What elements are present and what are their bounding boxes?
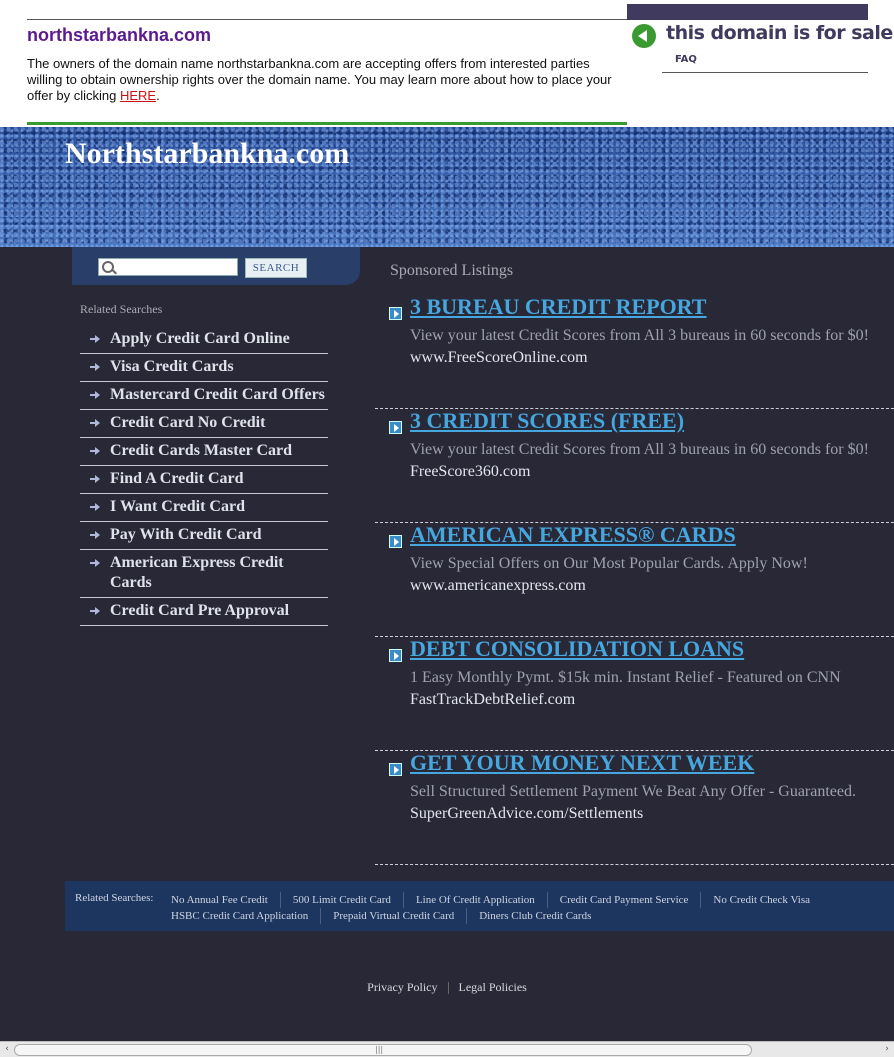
arrow-bullet-icon — [90, 559, 100, 567]
listing-url[interactable]: FreeScore360.com — [410, 463, 530, 481]
listing-title[interactable]: DEBT CONSOLIDATION LOANS — [410, 636, 744, 662]
banner-message: The owners of the domain name northstarb… — [27, 56, 625, 104]
listing-description: Sell Structured Settlement Payment We Be… — [410, 783, 856, 800]
related-link-label: Credit Card No Credit — [110, 414, 266, 431]
related-link[interactable]: Mastercard Credit Card Offers — [80, 382, 328, 410]
divider — [27, 122, 627, 125]
scroll-right-icon[interactable]: › — [882, 1044, 892, 1054]
related-link[interactable]: Find A Credit Card — [80, 466, 328, 494]
arrow-bullet-icon — [90, 419, 100, 427]
decor-bar — [627, 4, 868, 20]
arrow-bullet-icon — [90, 531, 100, 539]
footer-related-link[interactable]: 500 Limit Credit Card — [293, 892, 404, 908]
banner-message-end: . — [156, 88, 160, 103]
privacy-policy-link[interactable]: Privacy Policy — [367, 980, 437, 994]
faq-link[interactable]: FAQ — [675, 54, 697, 65]
sponsored-heading: Sponsored Listings — [390, 262, 514, 279]
play-arrow-icon[interactable] — [389, 535, 402, 548]
grip-icon: ||| — [375, 1045, 384, 1054]
arrow-bullet-icon — [90, 391, 100, 399]
related-link-label: Credit Cards Master Card — [110, 442, 293, 459]
banner-domain-name: northstarbankna.com — [27, 25, 212, 45]
footer-related-heading: Related Searches: — [75, 892, 154, 904]
listing-url[interactable]: www.FreeScoreOnline.com — [410, 349, 588, 367]
related-link-label: I Want Credit Card — [110, 498, 245, 515]
footer-related-link[interactable]: Prepaid Virtual Credit Card — [333, 908, 468, 924]
site-title: Northstarbankna.com — [65, 137, 350, 170]
arrow-bullet-icon — [90, 335, 100, 343]
arrow-bullet-icon — [90, 503, 100, 511]
search-input[interactable] — [98, 258, 238, 276]
related-link-label: Visa Credit Cards — [110, 358, 234, 375]
related-link-label: American Express Credit Cards — [110, 554, 284, 591]
listing-title[interactable]: GET YOUR MONEY NEXT WEEK — [410, 750, 754, 776]
listing-description: 1 Easy Monthly Pymt. $15k min. Instant R… — [410, 669, 841, 686]
related-searches-list: Apply Credit Card Online Visa Credit Car… — [80, 326, 328, 626]
footer-related-link[interactable]: Credit Card Payment Service — [560, 892, 702, 908]
arrow-bullet-icon — [90, 607, 100, 615]
listing-description: View your latest Credit Scores from All … — [410, 327, 869, 344]
related-link[interactable]: American Express Credit Cards — [80, 550, 328, 598]
related-link-label: Pay With Credit Card — [110, 526, 262, 543]
arrow-bullet-icon — [90, 447, 100, 455]
footer-related-links: No Annual Fee Credit 500 Limit Credit Car… — [171, 892, 881, 924]
divider — [662, 72, 868, 73]
listing-description: View your latest Credit Scores from All … — [410, 441, 869, 458]
listing-title[interactable]: 3 BUREAU CREDIT REPORT — [410, 294, 706, 320]
search-panel: SEARCH — [72, 247, 360, 285]
related-link-label: Find A Credit Card — [110, 470, 244, 487]
footer-related-link[interactable]: No Credit Check Visa — [713, 892, 822, 908]
banner-message-text: The owners of the domain name northstarb… — [27, 56, 612, 103]
related-link[interactable]: Visa Credit Cards — [80, 354, 328, 382]
back-arrow-icon[interactable] — [632, 24, 656, 48]
related-link[interactable]: I Want Credit Card — [80, 494, 328, 522]
listing-title[interactable]: AMERICAN EXPRESS® CARDS — [410, 522, 736, 548]
sponsored-listing: AMERICAN EXPRESS® CARDS View Special Off… — [375, 522, 894, 637]
related-searches-heading: Related Searches — [80, 302, 163, 316]
sponsored-listing: 3 BUREAU CREDIT REPORT View your latest … — [375, 294, 894, 409]
footer-related-link[interactable]: HSBC Credit Card Application — [171, 908, 322, 924]
scroll-left-icon[interactable]: ‹ — [2, 1044, 12, 1054]
related-link[interactable]: Credit Card No Credit — [80, 410, 328, 438]
domain-sale-banner: northstarbankna.com The owners of the do… — [0, 0, 894, 127]
sponsored-listing: DEBT CONSOLIDATION LOANS 1 Easy Monthly … — [375, 636, 894, 751]
footer-links: Privacy Policy Legal Policies — [0, 980, 894, 995]
related-link[interactable]: Pay With Credit Card — [80, 522, 328, 550]
listing-url[interactable]: FastTrackDebtRelief.com — [410, 691, 575, 709]
related-link-label: Mastercard Credit Card Offers — [110, 386, 325, 403]
arrow-bullet-icon — [90, 475, 100, 483]
search-icon — [102, 261, 114, 273]
footer-related-link[interactable]: Line Of Credit Application — [416, 892, 548, 908]
divider — [447, 982, 449, 995]
play-arrow-icon[interactable] — [389, 307, 402, 320]
listing-description: View Special Offers on Our Most Popular … — [410, 555, 808, 572]
arrow-bullet-icon — [90, 363, 100, 371]
footer-related-link[interactable]: Diners Club Credit Cards — [479, 908, 603, 924]
sponsored-listing: GET YOUR MONEY NEXT WEEK Sell Structured… — [375, 750, 894, 865]
play-arrow-icon[interactable] — [389, 421, 402, 434]
sponsored-listing: 3 CREDIT SCORES (FREE) View your latest … — [375, 408, 894, 523]
scrollbar-thumb[interactable]: ||| — [14, 1044, 752, 1056]
play-arrow-icon[interactable] — [389, 649, 402, 662]
listing-url[interactable]: www.americanexpress.com — [410, 577, 586, 595]
related-link-label: Apply Credit Card Online — [110, 330, 290, 347]
horizontal-scrollbar[interactable]: ‹ ||| › — [0, 1041, 894, 1057]
related-link[interactable]: Credit Card Pre Approval — [80, 598, 328, 626]
footer-related-searches: Related Searches: No Annual Fee Credit 50… — [65, 881, 894, 931]
header-banner: Northstarbankna.com — [0, 127, 894, 247]
legal-policies-link[interactable]: Legal Policies — [459, 980, 527, 994]
divider — [27, 19, 627, 20]
related-link[interactable]: Credit Cards Master Card — [80, 438, 328, 466]
listing-url[interactable]: SuperGreenAdvice.com/Settlements — [410, 805, 643, 823]
play-arrow-icon[interactable] — [389, 763, 402, 776]
footer-related-link[interactable]: No Annual Fee Credit — [171, 892, 281, 908]
related-link[interactable]: Apply Credit Card Online — [80, 326, 328, 354]
here-link[interactable]: HERE — [120, 88, 156, 103]
related-link-label: Credit Card Pre Approval — [110, 602, 290, 619]
for-sale-link[interactable]: this domain is for sale — [666, 22, 893, 44]
listing-title[interactable]: 3 CREDIT SCORES (FREE) — [410, 408, 684, 434]
search-button[interactable]: SEARCH — [245, 258, 307, 278]
